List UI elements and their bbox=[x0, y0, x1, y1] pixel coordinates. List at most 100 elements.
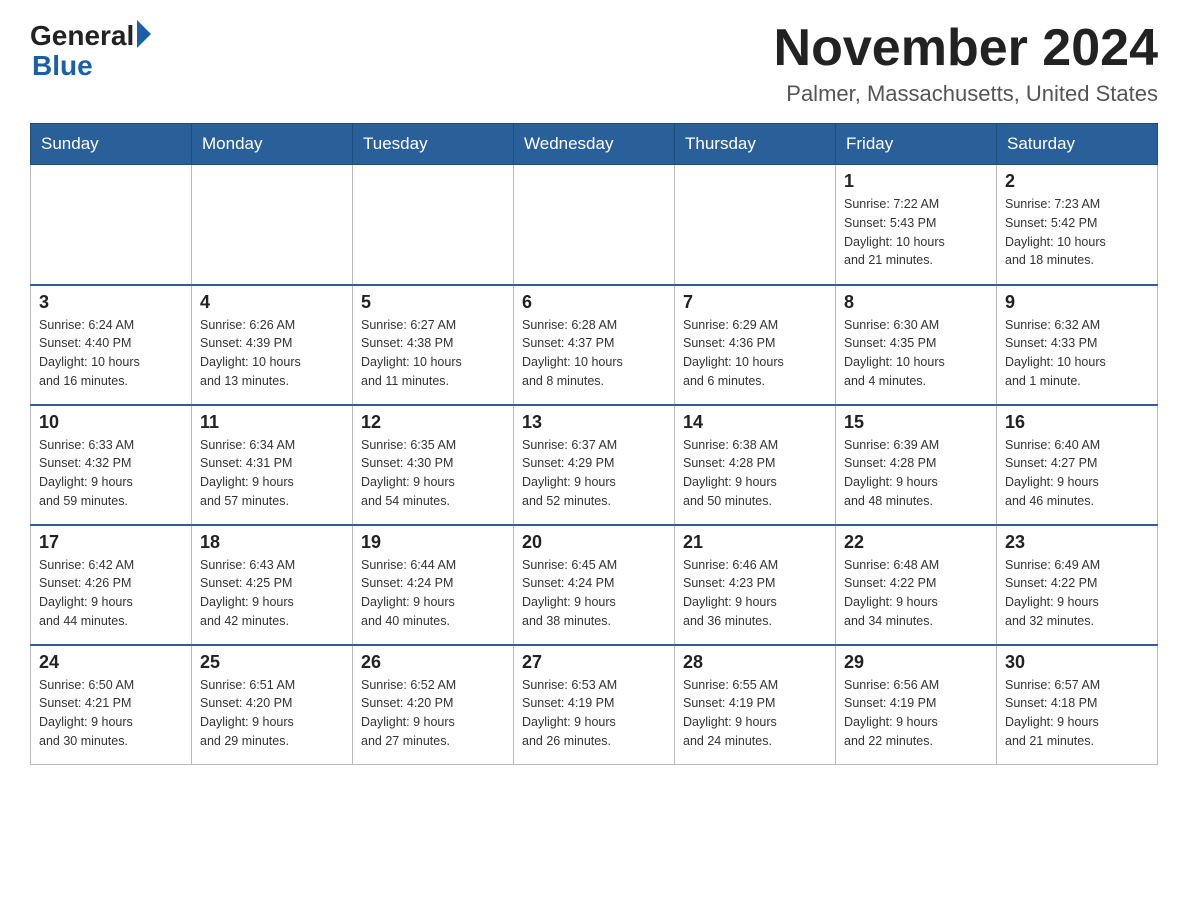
header-friday: Friday bbox=[836, 124, 997, 165]
day-info: Sunrise: 6:52 AMSunset: 4:20 PMDaylight:… bbox=[361, 676, 505, 751]
day-number: 3 bbox=[39, 292, 183, 313]
calendar-cell bbox=[514, 165, 675, 285]
header-sunday: Sunday bbox=[31, 124, 192, 165]
calendar-week-4: 17 Sunrise: 6:42 AMSunset: 4:26 PMDayligh… bbox=[31, 525, 1158, 645]
calendar-cell bbox=[192, 165, 353, 285]
day-info: Sunrise: 6:32 AMSunset: 4:33 PMDaylight:… bbox=[1005, 316, 1149, 391]
logo-general-text: General bbox=[30, 20, 134, 52]
day-number: 16 bbox=[1005, 412, 1149, 433]
calendar-cell: 24Sunrise: 6:50 AMSunset: 4:21 PMDayligh… bbox=[31, 645, 192, 765]
day-number: 1 bbox=[844, 171, 988, 192]
day-number: 19 bbox=[361, 532, 505, 553]
calendar-cell bbox=[353, 165, 514, 285]
header-wednesday: Wednesday bbox=[514, 124, 675, 165]
day-info: Sunrise: 6:44 AMSunset: 4:24 PMDaylight:… bbox=[361, 556, 505, 631]
day-number: 6 bbox=[522, 292, 666, 313]
calendar-cell: 13 Sunrise: 6:37 AMSunset: 4:29 PMDayligh… bbox=[514, 405, 675, 525]
day-info: Sunrise: 6:26 AMSunset: 4:39 PMDaylight:… bbox=[200, 316, 344, 391]
calendar-cell: 28 Sunrise: 6:55 AMSunset: 4:19 PMDayligh… bbox=[675, 645, 836, 765]
calendar-week-5: 24Sunrise: 6:50 AMSunset: 4:21 PMDayligh… bbox=[31, 645, 1158, 765]
day-info: Sunrise: 6:57 AMSunset: 4:18 PMDaylight:… bbox=[1005, 676, 1149, 751]
day-number: 12 bbox=[361, 412, 505, 433]
day-number: 30 bbox=[1005, 652, 1149, 673]
day-number: 20 bbox=[522, 532, 666, 553]
calendar-cell: 19 Sunrise: 6:44 AMSunset: 4:24 PMDayligh… bbox=[353, 525, 514, 645]
calendar-cell: 5 Sunrise: 6:27 AMSunset: 4:38 PMDaylight… bbox=[353, 285, 514, 405]
day-info: Sunrise: 7:22 AMSunset: 5:43 PMDaylight:… bbox=[844, 195, 988, 270]
calendar-cell: 17 Sunrise: 6:42 AMSunset: 4:26 PMDayligh… bbox=[31, 525, 192, 645]
calendar-week-2: 3 Sunrise: 6:24 AMSunset: 4:40 PMDaylight… bbox=[31, 285, 1158, 405]
calendar-cell: 14Sunrise: 6:38 AMSunset: 4:28 PMDayligh… bbox=[675, 405, 836, 525]
day-number: 11 bbox=[200, 412, 344, 433]
calendar-cell: 10Sunrise: 6:33 AMSunset: 4:32 PMDayligh… bbox=[31, 405, 192, 525]
day-number: 18 bbox=[200, 532, 344, 553]
day-number: 22 bbox=[844, 532, 988, 553]
day-info: Sunrise: 6:48 AMSunset: 4:22 PMDaylight:… bbox=[844, 556, 988, 631]
day-number: 13 bbox=[522, 412, 666, 433]
day-info: Sunrise: 6:38 AMSunset: 4:28 PMDaylight:… bbox=[683, 436, 827, 511]
calendar-cell: 3 Sunrise: 6:24 AMSunset: 4:40 PMDaylight… bbox=[31, 285, 192, 405]
day-number: 4 bbox=[200, 292, 344, 313]
calendar-cell: 22 Sunrise: 6:48 AMSunset: 4:22 PMDayligh… bbox=[836, 525, 997, 645]
logo: General Blue bbox=[30, 20, 151, 82]
day-info: Sunrise: 6:46 AMSunset: 4:23 PMDaylight:… bbox=[683, 556, 827, 631]
day-number: 28 bbox=[683, 652, 827, 673]
calendar-cell: 18 Sunrise: 6:43 AMSunset: 4:25 PMDayligh… bbox=[192, 525, 353, 645]
calendar-cell: 2 Sunrise: 7:23 AMSunset: 5:42 PMDaylight… bbox=[997, 165, 1158, 285]
calendar-cell: 30 Sunrise: 6:57 AMSunset: 4:18 PMDayligh… bbox=[997, 645, 1158, 765]
day-number: 25 bbox=[200, 652, 344, 673]
calendar-cell: 21 Sunrise: 6:46 AMSunset: 4:23 PMDayligh… bbox=[675, 525, 836, 645]
calendar-subtitle: Palmer, Massachusetts, United States bbox=[774, 81, 1158, 107]
day-number: 15 bbox=[844, 412, 988, 433]
day-info: Sunrise: 6:29 AMSunset: 4:36 PMDaylight:… bbox=[683, 316, 827, 391]
day-info: Sunrise: 6:33 AMSunset: 4:32 PMDaylight:… bbox=[39, 436, 183, 511]
calendar-cell bbox=[31, 165, 192, 285]
day-info: Sunrise: 6:30 AMSunset: 4:35 PMDaylight:… bbox=[844, 316, 988, 391]
day-info: Sunrise: 6:34 AMSunset: 4:31 PMDaylight:… bbox=[200, 436, 344, 511]
day-number: 21 bbox=[683, 532, 827, 553]
calendar-cell: 11 Sunrise: 6:34 AMSunset: 4:31 PMDayligh… bbox=[192, 405, 353, 525]
calendar-week-3: 10Sunrise: 6:33 AMSunset: 4:32 PMDayligh… bbox=[31, 405, 1158, 525]
day-info: Sunrise: 7:23 AMSunset: 5:42 PMDaylight:… bbox=[1005, 195, 1149, 270]
header-monday: Monday bbox=[192, 124, 353, 165]
day-number: 7 bbox=[683, 292, 827, 313]
header-tuesday: Tuesday bbox=[353, 124, 514, 165]
calendar-cell: 26 Sunrise: 6:52 AMSunset: 4:20 PMDayligh… bbox=[353, 645, 514, 765]
header-saturday: Saturday bbox=[997, 124, 1158, 165]
day-info: Sunrise: 6:24 AMSunset: 4:40 PMDaylight:… bbox=[39, 316, 183, 391]
day-info: Sunrise: 6:56 AMSunset: 4:19 PMDaylight:… bbox=[844, 676, 988, 751]
day-info: Sunrise: 6:37 AMSunset: 4:29 PMDaylight:… bbox=[522, 436, 666, 511]
calendar-cell: 29Sunrise: 6:56 AMSunset: 4:19 PMDayligh… bbox=[836, 645, 997, 765]
day-info: Sunrise: 6:49 AMSunset: 4:22 PMDaylight:… bbox=[1005, 556, 1149, 631]
day-number: 2 bbox=[1005, 171, 1149, 192]
day-number: 26 bbox=[361, 652, 505, 673]
day-number: 17 bbox=[39, 532, 183, 553]
day-info: Sunrise: 6:51 AMSunset: 4:20 PMDaylight:… bbox=[200, 676, 344, 751]
header: General Blue November 2024 Palmer, Massa… bbox=[30, 20, 1158, 107]
day-info: Sunrise: 6:28 AMSunset: 4:37 PMDaylight:… bbox=[522, 316, 666, 391]
title-area: November 2024 Palmer, Massachusetts, Uni… bbox=[774, 20, 1158, 107]
calendar-cell: 4 Sunrise: 6:26 AMSunset: 4:39 PMDaylight… bbox=[192, 285, 353, 405]
calendar-table: SundayMondayTuesdayWednesdayThursdayFrid… bbox=[30, 123, 1158, 765]
day-info: Sunrise: 6:55 AMSunset: 4:19 PMDaylight:… bbox=[683, 676, 827, 751]
calendar-cell: 20 Sunrise: 6:45 AMSunset: 4:24 PMDayligh… bbox=[514, 525, 675, 645]
logo-triangle-icon bbox=[137, 20, 151, 48]
calendar-header-row: SundayMondayTuesdayWednesdayThursdayFrid… bbox=[31, 124, 1158, 165]
calendar-week-1: 1 Sunrise: 7:22 AMSunset: 5:43 PMDaylight… bbox=[31, 165, 1158, 285]
day-info: Sunrise: 6:43 AMSunset: 4:25 PMDaylight:… bbox=[200, 556, 344, 631]
day-info: Sunrise: 6:27 AMSunset: 4:38 PMDaylight:… bbox=[361, 316, 505, 391]
logo-blue-text: Blue bbox=[32, 50, 93, 82]
calendar-cell: 6 Sunrise: 6:28 AMSunset: 4:37 PMDaylight… bbox=[514, 285, 675, 405]
calendar-cell: 25 Sunrise: 6:51 AMSunset: 4:20 PMDayligh… bbox=[192, 645, 353, 765]
day-info: Sunrise: 6:42 AMSunset: 4:26 PMDaylight:… bbox=[39, 556, 183, 631]
day-number: 23 bbox=[1005, 532, 1149, 553]
calendar-cell: 1 Sunrise: 7:22 AMSunset: 5:43 PMDaylight… bbox=[836, 165, 997, 285]
day-number: 27 bbox=[522, 652, 666, 673]
day-number: 8 bbox=[844, 292, 988, 313]
day-info: Sunrise: 6:45 AMSunset: 4:24 PMDaylight:… bbox=[522, 556, 666, 631]
calendar-title: November 2024 bbox=[774, 20, 1158, 77]
day-number: 5 bbox=[361, 292, 505, 313]
day-info: Sunrise: 6:39 AMSunset: 4:28 PMDaylight:… bbox=[844, 436, 988, 511]
day-number: 24 bbox=[39, 652, 183, 673]
calendar-cell: 8 Sunrise: 6:30 AMSunset: 4:35 PMDaylight… bbox=[836, 285, 997, 405]
